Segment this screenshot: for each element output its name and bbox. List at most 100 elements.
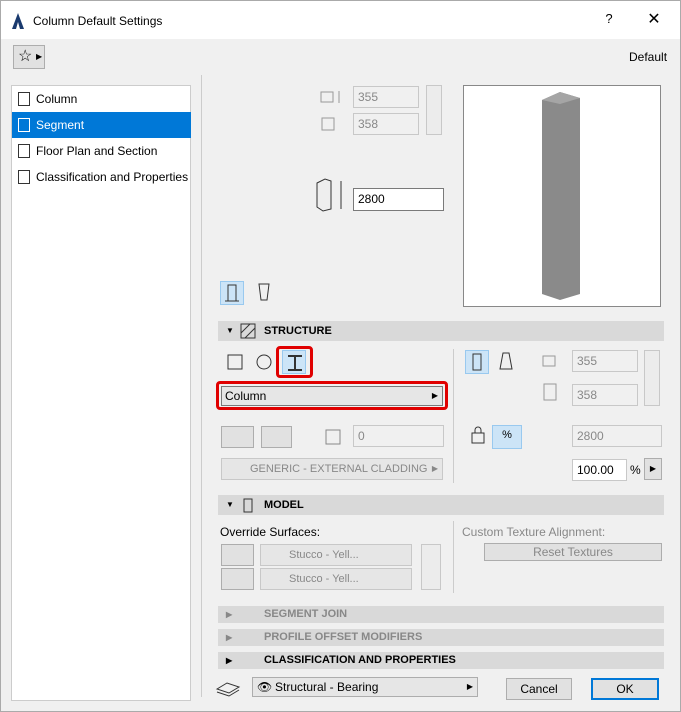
sidebar-item-column[interactable]: Column: [12, 86, 191, 112]
highlight-box: [276, 346, 313, 378]
collapse-arrow-icon: ▼: [226, 500, 234, 509]
expand-arrow-icon: ▶: [226, 610, 233, 619]
tapered-column-button[interactable]: [253, 281, 277, 305]
3d-preview: [463, 85, 661, 307]
surface-name: Stucco - Yell...: [289, 573, 359, 585]
segment-join-header[interactable]: ▶ SEGMENT JOIN: [218, 606, 664, 623]
right-width-field-1[interactable]: 355: [572, 350, 638, 372]
width-field-2[interactable]: 358: [353, 113, 419, 135]
dialog-window: Column Default Settings ? ✕ ☆ ▶ Default C…: [0, 0, 681, 712]
play-arrow-icon: ▶: [649, 464, 657, 473]
model-divider: [453, 521, 454, 593]
section-title: CLASSIFICATION AND PROPERTIES: [264, 654, 456, 666]
ok-button[interactable]: OK: [591, 678, 659, 700]
section-title: STRUCTURE: [264, 325, 332, 337]
window-title: Column Default Settings: [33, 14, 163, 28]
settings-sidebar: Column Segment Floor Plan and Section Cl…: [11, 85, 191, 701]
surface-select-2[interactable]: Stucco - Yell...: [260, 568, 412, 590]
square-icon: [227, 354, 243, 370]
section-title: MODEL: [264, 499, 304, 511]
link-chain-toggle[interactable]: [426, 85, 442, 135]
panel-divider: [201, 75, 202, 697]
archicad-app-icon: [12, 13, 24, 29]
tapered-column-icon: [499, 352, 513, 370]
highlight-box: [216, 381, 448, 410]
surface-toggle-2[interactable]: [221, 568, 254, 590]
sidebar-item-label: Classification and Properties: [36, 170, 189, 184]
expand-arrow-icon: ▶: [226, 656, 233, 665]
help-button[interactable]: ?: [601, 11, 617, 26]
title-bar: Column Default Settings ? ✕: [1, 1, 680, 39]
building-material-select[interactable]: GENERIC - EXTERNAL CLADDING ▶: [221, 458, 443, 480]
star-icon: ☆: [18, 48, 33, 65]
sidebar-item-label: Segment: [36, 118, 85, 132]
classification-header[interactable]: ▶ CLASSIFICATION AND PROPERTIES: [218, 652, 664, 669]
offset-field[interactable]: 0: [353, 425, 444, 447]
eye-icon: 👁: [257, 680, 273, 694]
sidebar-item-floor-plan[interactable]: Floor Plan and Section: [12, 138, 191, 164]
surface-link-toggle[interactable]: [421, 544, 441, 590]
percent-menu-button[interactable]: ▶: [644, 458, 662, 480]
sidebar-item-label: Column: [36, 92, 78, 106]
sidebar-item-segment[interactable]: Segment: [12, 112, 191, 138]
rectangular-profile-button[interactable]: [223, 350, 247, 374]
profile-offset-header[interactable]: ▶ PROFILE OFFSET MODIFIERS: [218, 629, 664, 646]
section-title: SEGMENT JOIN: [264, 608, 348, 620]
custom-texture-label: Custom Texture Alignment:: [462, 525, 606, 539]
collapse-arrow-icon: ▼: [226, 326, 234, 335]
column-icon: [18, 92, 30, 106]
surface-name: Stucco - Yell...: [289, 549, 359, 561]
section-title: PROFILE OFFSET MODIFIERS: [264, 631, 423, 643]
straight-column-icon: [225, 284, 239, 302]
surface-select-1[interactable]: Stucco - Yell...: [260, 544, 412, 566]
width-dimension-icon: [320, 91, 340, 103]
right-height-field[interactable]: 2800: [572, 425, 662, 447]
floor-plan-icon: [18, 144, 30, 158]
hatch-icon: [240, 323, 256, 339]
tapered-column-icon: [258, 283, 270, 301]
percent-field[interactable]: 100.00: [572, 459, 627, 481]
play-arrow-icon: ▶: [36, 52, 43, 61]
right-link-chain-toggle[interactable]: [644, 350, 660, 406]
layer-icon: [215, 682, 241, 697]
height-dimension-icon: [316, 178, 342, 212]
right-straight-button[interactable]: [465, 350, 489, 374]
percent-toggle[interactable]: %: [492, 425, 522, 449]
depth-dimension-icon: [543, 383, 557, 401]
structure-divider: [453, 349, 454, 483]
right-tapered-button[interactable]: [495, 350, 519, 374]
height-field[interactable]: 2800: [353, 188, 444, 211]
favorites-button[interactable]: ☆ ▶: [13, 45, 45, 69]
structure-section-header[interactable]: ▼ STRUCTURE: [218, 321, 664, 341]
default-label: Default: [629, 50, 668, 64]
straight-column-icon: [472, 353, 482, 371]
play-arrow-icon: ▶: [466, 682, 473, 691]
classification-icon: [18, 170, 30, 184]
play-arrow-icon: ▶: [431, 464, 438, 473]
width-dimension-icon: [542, 355, 556, 367]
circular-profile-button[interactable]: [252, 350, 276, 374]
material-name: GENERIC - EXTERNAL CLADDING: [250, 463, 428, 475]
core-only-button[interactable]: [221, 426, 254, 448]
layer-name: Structural - Bearing: [275, 680, 379, 694]
override-surfaces-label: Override Surfaces:: [220, 525, 321, 539]
circle-icon: [256, 354, 272, 370]
reset-textures-button[interactable]: Reset Textures: [484, 543, 662, 561]
layer-select[interactable]: 👁 Structural - Bearing ▶: [252, 677, 478, 697]
model-section-header[interactable]: ▼ MODEL: [218, 495, 664, 515]
width-field-1[interactable]: 355: [353, 86, 419, 108]
straight-column-button[interactable]: [220, 281, 244, 305]
cube-icon: [243, 498, 253, 513]
percent-unit-label: %: [630, 463, 641, 477]
right-width-field-2[interactable]: 358: [572, 384, 638, 406]
segment-icon: [18, 118, 30, 132]
surface-toggle-1[interactable]: [221, 544, 254, 566]
expand-arrow-icon: ▶: [226, 633, 233, 642]
sidebar-item-classification[interactable]: Classification and Properties: [12, 164, 191, 190]
column-preview-image: [542, 92, 580, 300]
cancel-button[interactable]: Cancel: [506, 678, 572, 700]
close-button[interactable]: ✕: [645, 9, 663, 29]
veneer-button[interactable]: [261, 426, 292, 448]
sidebar-item-label: Floor Plan and Section: [36, 144, 158, 158]
lock-icon[interactable]: [466, 425, 490, 447]
